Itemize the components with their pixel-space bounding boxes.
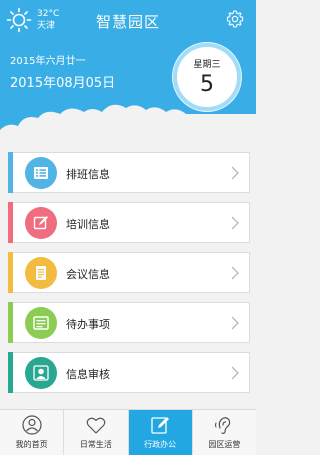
tab-bar: 我的首页 日常生活 行政办公 园区运营 [0, 409, 256, 455]
tab-label: 日常生活 [79, 440, 112, 449]
header: 32°C 天津 智慧园区 2015年六月廿一 2015年08月05日 星期三 5 [0, 0, 256, 138]
chevron-right-icon [231, 266, 239, 280]
office-edit-icon [151, 417, 170, 434]
list-icon [25, 157, 57, 189]
menu-label: 排班信息 [66, 168, 110, 181]
menu-item-training[interactable]: 培训信息 [8, 202, 250, 243]
menu-label: 会议信息 [66, 268, 110, 281]
edit-icon [25, 207, 57, 239]
menu-item-schedule[interactable]: 排班信息 [8, 152, 250, 193]
lunar-date: 2015年六月廿一 [10, 56, 86, 67]
app-title: 智慧园区 [95, 13, 160, 31]
menu-accent-bar [8, 252, 13, 293]
user-search-icon [25, 357, 57, 389]
menu-item-review[interactable]: 信息审核 [8, 352, 250, 393]
weekday-badge: 星期三 5 [173, 43, 241, 111]
tab-label: 行政办公 [144, 440, 177, 449]
menu-accent-bar [8, 352, 13, 393]
gear-icon[interactable] [226, 10, 244, 28]
heart-icon [86, 417, 106, 434]
menu-label: 培训信息 [66, 218, 110, 231]
checklist-icon [25, 307, 57, 339]
weekday-label: 星期三 [193, 60, 221, 70]
ear-icon [215, 417, 231, 434]
solar-date: 2015年08月05日 [10, 76, 116, 91]
weekday-number: 5 [200, 72, 214, 97]
chevron-right-icon [231, 316, 239, 330]
menu-accent-bar [8, 152, 13, 193]
menu-item-todo[interactable]: 待办事项 [8, 302, 250, 343]
tab-park-operation[interactable]: 园区运营 [193, 410, 256, 455]
menu-label: 信息审核 [66, 368, 110, 381]
menu-item-meeting[interactable]: 会议信息 [8, 252, 250, 293]
tab-home[interactable]: 我的首页 [0, 410, 65, 455]
profile-icon [22, 415, 42, 435]
chevron-right-icon [231, 216, 239, 230]
menu-accent-bar [8, 302, 13, 343]
document-icon [25, 257, 57, 289]
menu-list: 排班信息 培训信息 会议信息 待办事项 信息审核 [8, 152, 250, 402]
chevron-right-icon [231, 166, 239, 180]
tab-office[interactable]: 行政办公 [128, 410, 193, 455]
chevron-right-icon [231, 366, 239, 380]
tab-label: 园区运营 [208, 440, 241, 449]
tab-label: 我的首页 [15, 440, 48, 449]
menu-label: 待办事项 [66, 318, 110, 331]
menu-accent-bar [8, 202, 13, 243]
tab-daily-life[interactable]: 日常生活 [64, 410, 129, 455]
